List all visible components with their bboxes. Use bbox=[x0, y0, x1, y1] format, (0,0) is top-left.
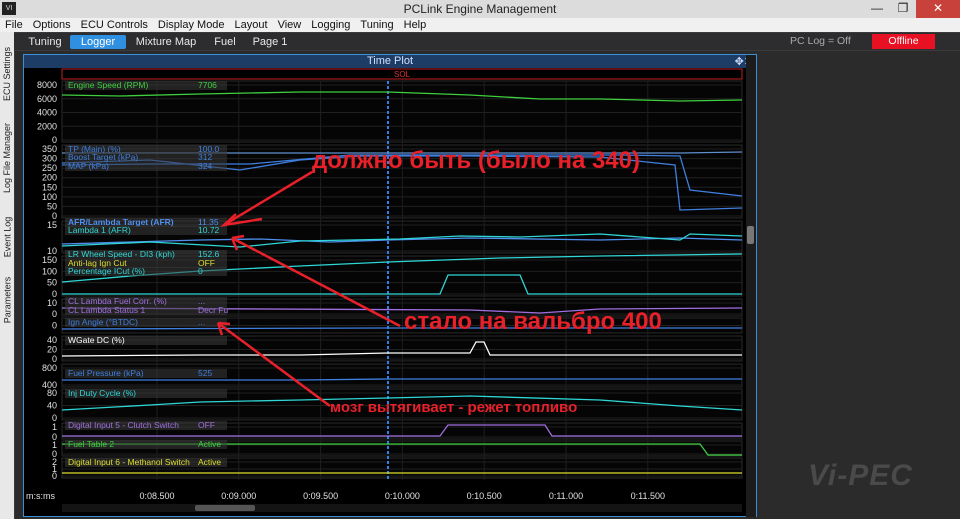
channel-name: Engine Speed (RPM) bbox=[68, 80, 148, 90]
channel-name: Percentage ICut (%) bbox=[68, 266, 145, 276]
event-marker-label: SOL bbox=[394, 70, 411, 79]
channel-value: OFF bbox=[198, 420, 215, 430]
axis-tick-label: 40 bbox=[47, 335, 57, 345]
axis-tick-label: 800 bbox=[42, 363, 57, 373]
axis-tick-label: 0 bbox=[52, 309, 57, 319]
time-scrollbar bbox=[62, 504, 742, 512]
axis-tick-label: 80 bbox=[47, 388, 57, 398]
channel-name: Digital Input 5 - Clutch Switch bbox=[68, 420, 179, 430]
axis-tick-label: 2000 bbox=[37, 121, 57, 131]
axis-tick-label: 8000 bbox=[37, 80, 57, 90]
channel-value: 0 bbox=[198, 266, 203, 276]
time-tick-label: 0:10.500 bbox=[467, 491, 502, 501]
time-plot-canvas[interactable]: SOL Engine Speed (RPM) 7706TP (Main) (%) 1… bbox=[0, 0, 960, 519]
axis-tick-label: 350 bbox=[42, 144, 57, 154]
channel-name: Fuel Table 2 bbox=[68, 439, 114, 449]
axis-tick-label: 250 bbox=[42, 163, 57, 173]
time-tick-label: 0:08.500 bbox=[139, 491, 174, 501]
channel-value: Active bbox=[198, 439, 221, 449]
channel-name: MAP (kPa) bbox=[68, 161, 109, 171]
axis-tick-label: 0 bbox=[52, 471, 57, 481]
axis-tick-label: 100 bbox=[42, 192, 57, 202]
time-tick-label: 0:09.500 bbox=[303, 491, 338, 501]
annotation-note2: стало на вальбро 400 bbox=[404, 308, 662, 335]
axis-tick-label: 200 bbox=[42, 173, 57, 183]
channel-value: 525 bbox=[198, 368, 212, 378]
channel-name: Lambda 1 (AFR) bbox=[68, 225, 131, 235]
axis-tick-label: 150 bbox=[42, 182, 57, 192]
axis-tick-label: 40 bbox=[47, 401, 57, 411]
channel-name: WGate DC (%) bbox=[68, 335, 125, 345]
channel-value: 7706 bbox=[198, 80, 217, 90]
channel-name: Digital Input 6 - Methanol Switch bbox=[68, 457, 190, 467]
axis-tick-label: 4000 bbox=[37, 108, 57, 118]
channel-name: CL Lambda Status 1 bbox=[68, 305, 145, 315]
channel-value: Active bbox=[198, 457, 221, 467]
axis-tick-label: 50 bbox=[47, 201, 57, 211]
axis-tick-label: 300 bbox=[42, 154, 57, 164]
axis-tick-label: 1 bbox=[52, 422, 57, 432]
axis-tick-label: 100 bbox=[42, 266, 57, 276]
time-tick-label: 0:10.000 bbox=[385, 491, 420, 501]
axis-tick-label: 50 bbox=[47, 278, 57, 288]
time-scrollbar-thumb bbox=[195, 505, 255, 511]
channel-value: 10.72 bbox=[198, 225, 220, 235]
axis-tick-label: 15 bbox=[47, 220, 57, 230]
channel-name: Inj Duty Cycle (%) bbox=[68, 388, 136, 398]
time-axis-label: m:s:ms bbox=[26, 491, 55, 501]
axis-tick-label: 20 bbox=[47, 345, 57, 355]
time-tick-label: 0:09.000 bbox=[221, 491, 256, 501]
time-tick-label: 0:11.500 bbox=[631, 491, 665, 501]
axis-tick-label: 0 bbox=[52, 321, 57, 331]
channel-name: Ign Angle (°BTDC) bbox=[68, 317, 138, 327]
annotation-note1: должно быть (было на 340) bbox=[312, 147, 640, 174]
annotation-note3: мозг вытягивает - режет топливо bbox=[330, 399, 577, 416]
channel-value: Decr Fu bbox=[198, 305, 229, 315]
channel-value: 324 bbox=[198, 161, 212, 171]
channel-value: ... bbox=[198, 317, 205, 327]
axis-tick-label: 10 bbox=[47, 298, 57, 308]
time-tick-label: 0:11.000 bbox=[549, 491, 583, 501]
axis-tick-label: 150 bbox=[42, 255, 57, 265]
axis-tick-label: 6000 bbox=[37, 94, 57, 104]
channel-name: Fuel Pressure (kPa) bbox=[68, 368, 144, 378]
